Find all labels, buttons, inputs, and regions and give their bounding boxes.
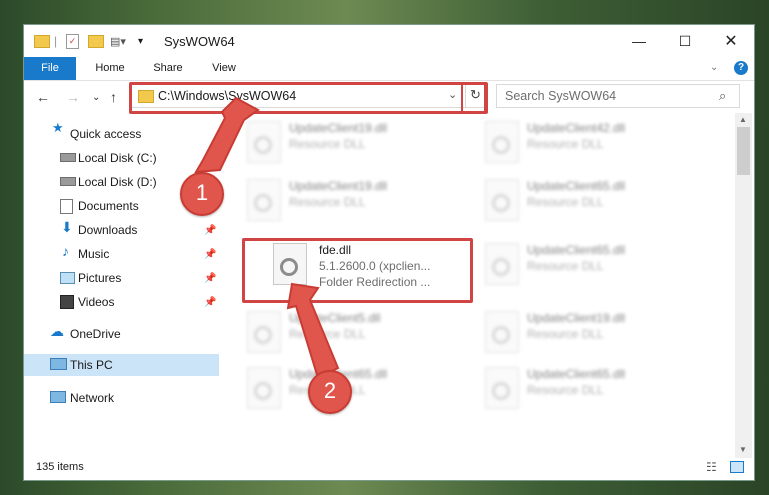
- arrow-1: [194, 96, 260, 174]
- arrow-2: [286, 282, 340, 380]
- callout-2: 2: [308, 370, 352, 414]
- callout-arrows: [194, 96, 340, 380]
- callout-1: 1: [180, 172, 224, 216]
